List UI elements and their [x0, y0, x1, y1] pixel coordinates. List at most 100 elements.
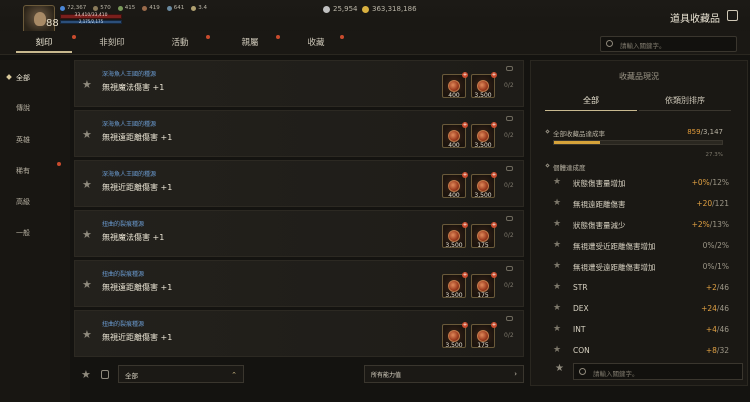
favorite-star-icon[interactable]: ★	[82, 328, 92, 341]
stats-row: 72,367 570 415 419 641 3.4	[60, 5, 207, 11]
add-icon: +	[462, 72, 468, 78]
search-placeholder: 請輸入關鍵字。	[593, 370, 639, 378]
eye-icon[interactable]	[506, 116, 513, 121]
stat-row[interactable]: ★ 狀態傷害量減少 +2%/13%	[553, 219, 729, 234]
stat-row[interactable]: ★ 無視遭受遠距離傷害增加 0%/1%	[553, 261, 729, 276]
stat-row[interactable]: ★ 無視遭受近距離傷害增加 0%/2%	[553, 240, 729, 255]
star-icon: ★	[553, 282, 562, 292]
list-item[interactable]: ★ 扭曲的裂痕種源 無視近距離傷害 +1 +3,500 +175 0/2	[74, 310, 524, 357]
favorite-star-icon[interactable]: ★	[82, 128, 92, 141]
gem-icon	[448, 280, 460, 292]
lock-icon[interactable]	[101, 370, 109, 379]
list-item[interactable]: ★ 扭曲的裂痕種源 無視遠距離傷害 +1 +3,500 +175 0/2	[74, 260, 524, 307]
material-slot[interactable]: +175	[471, 322, 497, 349]
material-slot[interactable]: +3,500	[442, 222, 468, 249]
material-slot[interactable]: +3,500	[442, 322, 468, 349]
search-input[interactable]: 請輸入關鍵字。	[600, 36, 737, 52]
tab-non-engraved[interactable]: 非刻印	[80, 31, 144, 55]
material-slot[interactable]: +3,500	[471, 72, 497, 99]
item-ratio: 0/2	[504, 82, 514, 89]
item-ratio: 0/2	[504, 132, 514, 139]
ability-filter-button[interactable]: 所有能力值 ›	[364, 365, 524, 383]
list-footer: ★ 全部 ⌃ 所有能力值 ›	[74, 364, 524, 386]
material-slot[interactable]: +3,500	[471, 122, 497, 149]
chevron-right-icon: ›	[514, 370, 517, 378]
eye-icon[interactable]	[506, 216, 513, 221]
sidebar-item-legendary[interactable]: 傳說	[16, 103, 30, 113]
tab-collection[interactable]: 收藏	[288, 31, 344, 55]
favorite-star-icon[interactable]: ★	[82, 178, 92, 191]
list-item[interactable]: ★ 扭曲的裂痕種源 無視魔法傷害 +1 +3,500 +175 0/2	[74, 210, 524, 257]
collection-status-panel: 收藏品現況 全部 依類別排序 全部收藏品達成率 859/3,147 27.3% …	[530, 60, 748, 386]
item-name: 無視遠距離傷害 +1	[102, 283, 173, 292]
gem-icon	[477, 330, 489, 342]
panel-title: 收藏品現況	[619, 72, 659, 81]
tab-by-category[interactable]: 依類別排序	[639, 93, 731, 109]
progress-label-text: 全部收藏品達成率	[553, 130, 605, 138]
list-item[interactable]: ★ 深海魚人王國的種源 無視魔法傷害 +1 +400 +3,500 0/2	[74, 60, 524, 107]
sidebar-item-normal[interactable]: 一般	[16, 228, 30, 238]
silver-amount: 25,954	[333, 5, 358, 13]
material-slot[interactable]: +3,500	[442, 272, 468, 299]
material-slot[interactable]: +400	[442, 172, 468, 199]
stat-max: /2%	[714, 241, 729, 250]
star-icon: ★	[553, 219, 562, 229]
tab-family[interactable]: 親屬	[220, 31, 280, 55]
page-title: 道具收藏品	[670, 14, 720, 25]
star-icon: ★	[553, 198, 562, 208]
stat-max: /46	[716, 283, 729, 292]
tab-all[interactable]: 全部	[545, 93, 637, 109]
material-slot[interactable]: +3,500	[471, 172, 497, 199]
item-source: 深海魚人王國的種源	[102, 171, 157, 178]
star-icon: ★	[553, 345, 562, 355]
panel-search-input[interactable]: 請輸入關鍵字。	[573, 363, 743, 380]
material-slot[interactable]: +175	[471, 272, 497, 299]
progress-fill	[554, 141, 600, 144]
item-qty: 3,500	[474, 92, 492, 99]
notification-dot	[72, 35, 76, 39]
material-slot[interactable]: +175	[471, 222, 497, 249]
favorite-star-icon[interactable]: ★	[82, 278, 92, 291]
favorite-filter-star-icon[interactable]: ★	[555, 363, 564, 374]
favorite-star-icon[interactable]: ★	[82, 78, 92, 91]
stat-name: 無視遭受遠距離傷害增加	[573, 263, 656, 272]
stat-max: /46	[716, 325, 729, 334]
stat-row[interactable]: ★ DEX +24/46	[553, 303, 729, 318]
tab-event[interactable]: 活動	[150, 31, 210, 55]
material-slot[interactable]: +400	[442, 122, 468, 149]
stat-max: /46	[716, 304, 729, 313]
eye-icon[interactable]	[506, 66, 513, 71]
sidebar-item-hero[interactable]: 英雄	[16, 135, 30, 145]
favorite-star-icon[interactable]: ★	[82, 228, 92, 241]
gem-icon	[477, 130, 489, 142]
list-item[interactable]: ★ 深海魚人王國的種源 無視遠距離傷害 +1 +400 +3,500 0/2	[74, 110, 524, 157]
favorite-filter-star-icon[interactable]: ★	[81, 368, 91, 381]
eye-icon[interactable]	[506, 266, 513, 271]
stat-row[interactable]: ★ CON +8/32	[553, 345, 729, 360]
selected-marker	[6, 74, 12, 80]
material-slot[interactable]: +400	[442, 72, 468, 99]
item-qty: 3,500	[474, 142, 492, 149]
list-item[interactable]: ★ 深海魚人王國的種源 無視近距離傷害 +1 +400 +3,500 0/2	[74, 160, 524, 207]
stat-current: +2%	[691, 220, 710, 229]
stat-row[interactable]: ★ 無視遠距離傷害 +20/121	[553, 198, 729, 213]
item-ratio: 0/2	[504, 232, 514, 239]
eye-icon[interactable]	[506, 166, 513, 171]
item-source: 扭曲的裂痕種源	[102, 271, 145, 278]
sidebar-item-advanced[interactable]: 高級	[16, 197, 30, 207]
stat-row[interactable]: ★ STR +2/46	[553, 282, 729, 297]
stat-name: INT	[573, 325, 586, 334]
add-icon: +	[491, 122, 497, 128]
gem-icon	[448, 80, 460, 92]
stat-row[interactable]: ★ 狀態傷害量增加 +0%/12%	[553, 177, 729, 192]
eye-icon[interactable]	[506, 316, 513, 321]
add-icon: +	[462, 122, 468, 128]
item-qty: 175	[477, 242, 489, 249]
sidebar-item-rare[interactable]: 稀有	[16, 166, 30, 176]
grade-dropdown[interactable]: 全部 ⌃	[118, 365, 244, 383]
sidebar-item-all[interactable]: 全部	[6, 73, 30, 83]
item-name: 無視魔法傷害 +1	[102, 233, 165, 242]
stat-name: 狀態傷害量減少	[573, 221, 626, 230]
speed-icon	[166, 5, 172, 11]
stat-row[interactable]: ★ INT +4/46	[553, 324, 729, 339]
